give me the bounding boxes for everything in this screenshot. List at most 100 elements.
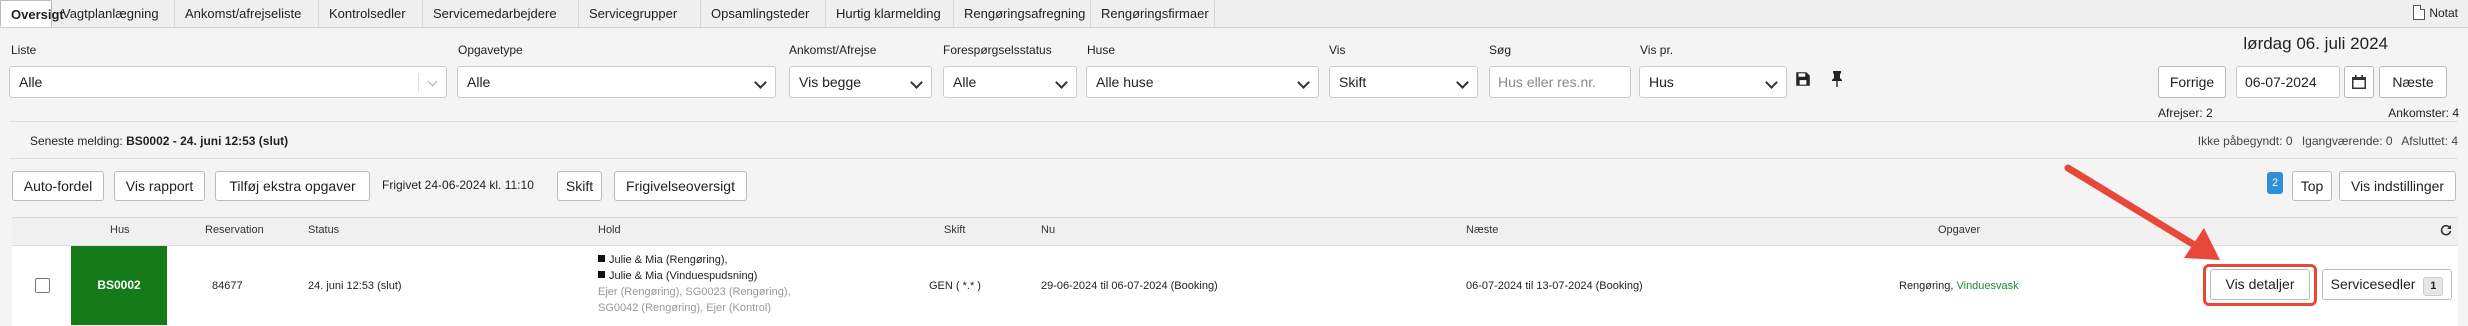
chevron-down-icon — [754, 76, 767, 89]
col-reservation: Reservation — [205, 224, 264, 236]
huse-select[interactable]: Alle huse — [1086, 66, 1319, 98]
calendar-button[interactable] — [2344, 66, 2374, 98]
reservation-cell: 84677 — [212, 280, 243, 292]
hold-line-1: Julie & Mia (Rengøring), — [609, 254, 728, 266]
square-icon — [598, 271, 605, 278]
liste-label: Liste — [11, 43, 37, 57]
latest-message: Seneste melding: BS0002 - 24. juni 12:53… — [30, 134, 288, 148]
top-nav: Oversigt Vagtplanlægning Ankomst/afrejse… — [0, 0, 2468, 28]
chevron-down-icon — [910, 76, 923, 89]
search-input[interactable]: Hus eller res.nr. — [1489, 66, 1631, 98]
tab-opsamlingsteder[interactable]: Opsamlingsteder — [701, 0, 826, 27]
page-badge[interactable]: 2 — [2267, 172, 2283, 194]
vis-rapport-button[interactable]: Vis rapport — [114, 171, 205, 201]
naeste-cell: 06-07-2024 til 13-07-2024 (Booking) — [1466, 280, 1643, 292]
frigivelseoversigt-button[interactable]: Frigivelseoversigt — [614, 171, 747, 201]
vis-pr-value: Hus — [1649, 74, 1674, 90]
skift-cell: GEN ( *.* ) — [929, 280, 981, 292]
tab-rengoringsfirmaer[interactable]: Rengøringsfirmaer — [1091, 0, 1215, 27]
document-icon — [2413, 5, 2426, 20]
ikke-label: Ikke påbegyndt: — [2197, 134, 2283, 148]
tab-ankomst-afrejseliste[interactable]: Ankomst/afrejseliste — [175, 0, 319, 27]
chevron-down-icon — [1055, 76, 1068, 89]
auto-fordel-button[interactable]: Auto-fordel — [12, 171, 104, 201]
status-counts: Ikke påbegyndt: 0 Igangværende: 0 Afslut… — [2198, 134, 2458, 148]
refresh-icon[interactable] — [2440, 223, 2452, 241]
col-hold: Hold — [598, 224, 621, 236]
igang-value: 0 — [2385, 134, 2393, 148]
vis-value: Skift — [1339, 74, 1367, 90]
vis-select[interactable]: Skift — [1329, 66, 1478, 98]
date-value: 06-07-2024 — [2245, 74, 2317, 90]
opgave-rengoering: Rengøring, — [1899, 280, 1954, 292]
igang-label: Igangværende: — [2301, 134, 2383, 148]
vis-pr-label: Vis pr. — [1640, 43, 1674, 57]
hold-cell: Julie & Mia (Rengøring), Julie & Mia (Vi… — [598, 252, 791, 316]
hold-line: Julie & Mia (Vinduespudsning) — [598, 268, 791, 284]
col-hus: Hus — [110, 224, 130, 236]
date-heading: lørdag 06. juli 2024 — [2243, 34, 2388, 53]
divider — [10, 121, 2458, 122]
liste-select[interactable]: Alle — [9, 66, 447, 98]
afsluttet-value: 4 — [2451, 134, 2458, 148]
forespoergselsstatus-select[interactable]: Alle — [943, 66, 1077, 98]
next-button[interactable]: Næste — [2379, 66, 2447, 98]
col-nu: Nu — [1041, 224, 1056, 236]
liste-value: Alle — [19, 74, 43, 90]
opgavetype-value: Alle — [467, 74, 491, 90]
tab-servicegrupper[interactable]: Servicegrupper — [579, 0, 701, 27]
date-input[interactable]: 06-07-2024 — [2236, 66, 2340, 98]
opgavetype-select[interactable]: Alle — [457, 66, 776, 98]
vis-label: Vis — [1329, 43, 1346, 57]
prev-button[interactable]: Forrige — [2158, 66, 2226, 98]
opgaver-cell: Rengøring, Vinduesvask — [1899, 280, 2019, 292]
afrejser-count: Afrejser: 2 — [2158, 106, 2213, 120]
tab-oversigt[interactable]: Oversigt — [0, 0, 64, 27]
ankomster-count: Ankomster: 4 — [2388, 106, 2459, 120]
skift-button[interactable]: Skift — [557, 171, 602, 201]
col-skift: Skift — [944, 224, 966, 236]
opgavetype-label: Opgavetype — [458, 43, 523, 57]
servicesedler-label: Servicesedler — [2330, 276, 2416, 292]
tab-hurtig-klarmelding[interactable]: Hurtig klarmelding — [826, 0, 954, 27]
hold-line: Julie & Mia (Rengøring), — [598, 252, 791, 268]
sog-label: Søg — [1489, 43, 1512, 57]
ankomst-afrejse-label: Ankomst/Afrejse — [789, 43, 877, 57]
hold-line-4: SG0042 (Rengøring), Ejer (Kontrol) — [598, 302, 772, 314]
tab-rengoringsafregning[interactable]: Rengøringsafregning — [954, 0, 1091, 27]
col-opgaver: Opgaver — [1938, 224, 1981, 236]
notes-label: Notat — [2429, 5, 2458, 20]
ankomst-afrejse-select[interactable]: Vis begge — [789, 66, 932, 98]
square-icon — [598, 255, 605, 262]
vis-indstillinger-button[interactable]: Vis indstillinger — [2339, 171, 2456, 201]
col-naeste: Næste — [1466, 224, 1499, 236]
status-cell: 24. juni 12:53 (slut) — [308, 280, 402, 292]
row-checkbox[interactable] — [35, 278, 50, 293]
afsluttet-label: Afsluttet: — [2401, 134, 2448, 148]
tilfoj-ekstra-opgaver-button[interactable]: Tilføj ekstra opgaver — [215, 171, 370, 201]
search-placeholder: Hus eller res.nr. — [1498, 74, 1597, 90]
huse-value: Alle huse — [1096, 74, 1154, 90]
latest-message-prefix: Seneste melding: — [30, 134, 123, 148]
save-icon[interactable] — [1794, 70, 1814, 92]
chevron-down-icon — [1765, 76, 1778, 89]
chevron-down-icon — [1297, 76, 1310, 89]
hus-cell[interactable]: BS0002 — [71, 246, 167, 325]
tab-vagtplanlaegning[interactable]: Vagtplanlægning — [52, 0, 175, 27]
huse-label: Huse — [1087, 43, 1116, 57]
tab-kontrolsedler[interactable]: Kontrolsedler — [319, 0, 423, 27]
calendar-icon — [2352, 75, 2366, 89]
vis-detaljer-button[interactable]: Vis detaljer — [2210, 269, 2310, 300]
notes-link[interactable]: Notat — [2413, 5, 2458, 20]
opgave-vinduesvask-link[interactable]: Vinduesvask — [1956, 280, 2018, 292]
chevron-down-icon — [427, 76, 438, 87]
annotation-arrow — [2064, 164, 2220, 260]
tab-servicemedarbejdere[interactable]: Servicemedarbejdere — [423, 0, 579, 27]
servicesedler-button[interactable]: Servicesedler 1 — [2322, 269, 2452, 300]
nu-cell: 29-06-2024 til 06-07-2024 (Booking) — [1041, 280, 1218, 292]
top-button[interactable]: Top — [2292, 171, 2332, 201]
forespoergselsstatus-value: Alle — [953, 74, 977, 90]
vis-pr-select[interactable]: Hus — [1639, 66, 1787, 98]
col-status: Status — [308, 224, 340, 236]
pin-icon[interactable] — [1829, 70, 1849, 92]
